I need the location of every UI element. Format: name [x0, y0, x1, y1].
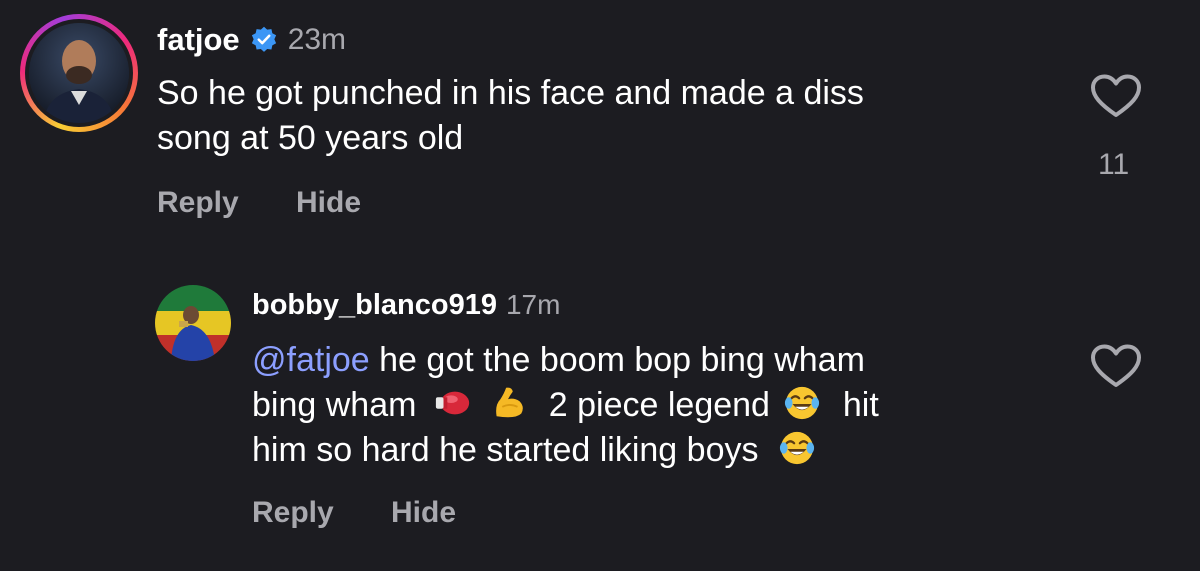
story-ring-avatar[interactable] — [20, 14, 138, 132]
boxing-glove-emoji — [435, 391, 470, 415]
tears-of-joy-emoji — [785, 386, 820, 420]
fatjoe-avatar-image — [29, 23, 129, 123]
reply-button[interactable]: Reply — [157, 186, 239, 220]
flexed-biceps-emoji — [496, 387, 524, 418]
hide-button[interactable]: Hide — [296, 186, 361, 220]
like-count: 11 — [1098, 148, 1130, 181]
comment-line: him so hard he started liking boys — [252, 428, 879, 473]
hide-button[interactable]: Hide — [391, 496, 456, 530]
username[interactable]: bobby_blanco919 — [252, 289, 497, 322]
timestamp: 17m — [505, 289, 561, 320]
verified-badge-icon — [251, 26, 276, 52]
heart-outline-icon[interactable] — [1090, 343, 1142, 389]
avatar[interactable] — [155, 285, 231, 361]
reply-button[interactable]: Reply — [252, 496, 334, 530]
timestamp: 23m — [287, 23, 347, 56]
tears-of-joy-emoji — [779, 431, 815, 465]
heart-outline-icon[interactable] — [1090, 73, 1142, 119]
comment-body: So he got punched in his face and made a… — [157, 71, 864, 161]
avatar — [29, 23, 129, 123]
comment-thread: fatjoe 23m So he got punched in his face… — [0, 0, 1200, 571]
comment-line: bing wham 2 piece legend hit — [252, 386, 879, 424]
username[interactable]: fatjoe — [157, 22, 240, 58]
comment-line: So he got punched in his face and made a… — [157, 74, 864, 112]
comment-line: song at 50 years old — [157, 119, 464, 157]
comment-header: fatjoe 23m — [157, 20, 346, 60]
comment-line: @fatjoe he got the boom bop bing wham — [252, 341, 865, 379]
mention-link[interactable]: @fatjoe — [252, 341, 370, 379]
reply-body: @fatjoe he got the boom bop bing wham bi… — [252, 338, 879, 473]
bobby-avatar-image — [155, 285, 231, 361]
reply-header: bobby_blanco919 17m — [252, 287, 560, 323]
